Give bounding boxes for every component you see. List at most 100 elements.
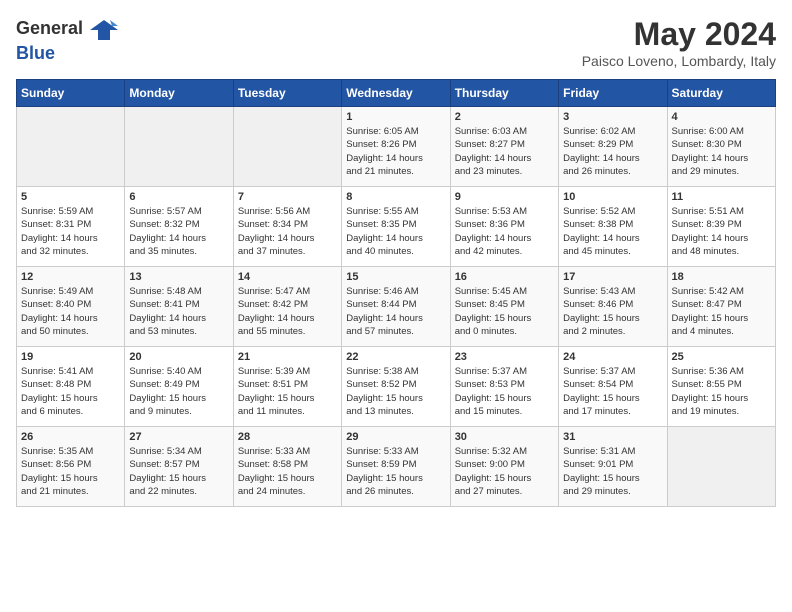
day-info: Sunrise: 5:34 AMSunset: 8:57 PMDaylight:… — [129, 445, 228, 498]
calendar-cell: 29 Sunrise: 5:33 AMSunset: 8:59 PMDayligh… — [342, 427, 450, 507]
logo-bird-icon — [90, 16, 118, 44]
day-number: 29 — [346, 431, 445, 443]
calendar-week-4: 19Sunrise: 5:41 AMSunset: 8:48 PMDayligh… — [17, 347, 776, 427]
day-info: Sunrise: 5:31 AMSunset: 9:01 PMDaylight:… — [563, 445, 662, 498]
day-number: 12 — [21, 271, 120, 283]
day-number: 23 — [455, 351, 554, 363]
day-info: Sunrise: 5:37 AMSunset: 8:53 PMDaylight:… — [455, 365, 554, 418]
day-info: Sunrise: 5:59 AMSunset: 8:31 PMDaylight:… — [21, 205, 120, 258]
calendar-cell: 12 Sunrise: 5:49 AMSunset: 8:40 PMDayligh… — [17, 267, 125, 347]
day-info: Sunrise: 6:03 AMSunset: 8:27 PMDaylight:… — [455, 125, 554, 178]
day-info: Sunrise: 5:32 AMSunset: 9:00 PMDaylight:… — [455, 445, 554, 498]
calendar-cell: 20Sunrise: 5:40 AMSunset: 8:49 PMDayligh… — [125, 347, 233, 427]
day-info: Sunrise: 6:00 AMSunset: 8:30 PMDaylight:… — [672, 125, 771, 178]
calendar-cell: 22 Sunrise: 5:38 AMSunset: 8:52 PMDayligh… — [342, 347, 450, 427]
day-info: Sunrise: 5:43 AMSunset: 8:46 PMDaylight:… — [563, 285, 662, 338]
calendar-cell: 7Sunrise: 5:56 AMSunset: 8:34 PMDaylight… — [233, 187, 341, 267]
calendar-cell: 28 Sunrise: 5:33 AMSunset: 8:58 PMDayligh… — [233, 427, 341, 507]
day-number: 24 — [563, 351, 662, 363]
logo-blue: Blue — [16, 44, 118, 64]
day-number: 3 — [563, 111, 662, 123]
day-number: 6 — [129, 191, 228, 203]
calendar-cell: 26 Sunrise: 5:35 AMSunset: 8:56 PMDayligh… — [17, 427, 125, 507]
day-info: Sunrise: 5:45 AMSunset: 8:45 PMDaylight:… — [455, 285, 554, 338]
day-info: Sunrise: 5:49 AMSunset: 8:40 PMDaylight:… — [21, 285, 120, 338]
calendar-cell: 13 Sunrise: 5:48 AMSunset: 8:41 PMDayligh… — [125, 267, 233, 347]
day-info: Sunrise: 5:40 AMSunset: 8:49 PMDaylight:… — [129, 365, 228, 418]
calendar-week-2: 5 Sunrise: 5:59 AMSunset: 8:31 PMDaylight… — [17, 187, 776, 267]
day-info: Sunrise: 5:37 AMSunset: 8:54 PMDaylight:… — [563, 365, 662, 418]
day-number: 16 — [455, 271, 554, 283]
calendar-cell: 18Sunrise: 5:42 AMSunset: 8:47 PMDayligh… — [667, 267, 775, 347]
calendar-cell — [17, 107, 125, 187]
day-number: 5 — [21, 191, 120, 203]
calendar-cell: 9 Sunrise: 5:53 AMSunset: 8:36 PMDaylight… — [450, 187, 558, 267]
day-info: Sunrise: 5:53 AMSunset: 8:36 PMDaylight:… — [455, 205, 554, 258]
day-info: Sunrise: 5:42 AMSunset: 8:47 PMDaylight:… — [672, 285, 771, 338]
calendar-cell: 3 Sunrise: 6:02 AMSunset: 8:29 PMDaylight… — [559, 107, 667, 187]
day-number: 22 — [346, 351, 445, 363]
day-info: Sunrise: 5:56 AMSunset: 8:34 PMDaylight:… — [238, 205, 337, 258]
calendar-cell: 31 Sunrise: 5:31 AMSunset: 9:01 PMDayligh… — [559, 427, 667, 507]
day-number: 28 — [238, 431, 337, 443]
calendar-title: May 2024 — [582, 16, 776, 53]
day-number: 17 — [563, 271, 662, 283]
day-number: 9 — [455, 191, 554, 203]
weekday-header-thursday: Thursday — [450, 80, 558, 107]
day-number: 21 — [238, 351, 337, 363]
day-number: 8 — [346, 191, 445, 203]
day-number: 30 — [455, 431, 554, 443]
weekday-header-monday: Monday — [125, 80, 233, 107]
calendar-cell: 10Sunrise: 5:52 AMSunset: 8:38 PMDayligh… — [559, 187, 667, 267]
day-number: 27 — [129, 431, 228, 443]
day-number: 15 — [346, 271, 445, 283]
calendar-cell: 27 Sunrise: 5:34 AMSunset: 8:57 PMDayligh… — [125, 427, 233, 507]
calendar-cell: 8 Sunrise: 5:55 AMSunset: 8:35 PMDaylight… — [342, 187, 450, 267]
day-number: 11 — [672, 191, 771, 203]
calendar-cell: 21 Sunrise: 5:39 AMSunset: 8:51 PMDayligh… — [233, 347, 341, 427]
day-info: Sunrise: 6:05 AMSunset: 8:26 PMDaylight:… — [346, 125, 445, 178]
day-info: Sunrise: 5:39 AMSunset: 8:51 PMDaylight:… — [238, 365, 337, 418]
day-info: Sunrise: 5:38 AMSunset: 8:52 PMDaylight:… — [346, 365, 445, 418]
day-number: 4 — [672, 111, 771, 123]
weekday-header-tuesday: Tuesday — [233, 80, 341, 107]
day-info: Sunrise: 5:33 AMSunset: 8:59 PMDaylight:… — [346, 445, 445, 498]
calendar-location: Paisco Loveno, Lombardy, Italy — [582, 53, 776, 69]
weekday-header-friday: Friday — [559, 80, 667, 107]
day-info: Sunrise: 5:36 AMSunset: 8:55 PMDaylight:… — [672, 365, 771, 418]
calendar-cell: 23 Sunrise: 5:37 AMSunset: 8:53 PMDayligh… — [450, 347, 558, 427]
day-number: 26 — [21, 431, 120, 443]
day-info: Sunrise: 6:02 AMSunset: 8:29 PMDaylight:… — [563, 125, 662, 178]
day-number: 2 — [455, 111, 554, 123]
calendar-cell — [125, 107, 233, 187]
day-number: 31 — [563, 431, 662, 443]
calendar-cell: 25 Sunrise: 5:36 AMSunset: 8:55 PMDayligh… — [667, 347, 775, 427]
day-number: 14 — [238, 271, 337, 283]
logo-text: General Blue — [16, 16, 118, 64]
weekday-header-wednesday: Wednesday — [342, 80, 450, 107]
calendar-cell: 30 Sunrise: 5:32 AMSunset: 9:00 PMDayligh… — [450, 427, 558, 507]
calendar-cell — [667, 427, 775, 507]
day-info: Sunrise: 5:48 AMSunset: 8:41 PMDaylight:… — [129, 285, 228, 338]
calendar-week-3: 12 Sunrise: 5:49 AMSunset: 8:40 PMDayligh… — [17, 267, 776, 347]
day-info: Sunrise: 5:55 AMSunset: 8:35 PMDaylight:… — [346, 205, 445, 258]
calendar-cell: 5 Sunrise: 5:59 AMSunset: 8:31 PMDaylight… — [17, 187, 125, 267]
calendar-cell: 1Sunrise: 6:05 AMSunset: 8:26 PMDaylight… — [342, 107, 450, 187]
title-block: May 2024 Paisco Loveno, Lombardy, Italy — [582, 16, 776, 69]
calendar-cell — [233, 107, 341, 187]
day-number: 13 — [129, 271, 228, 283]
calendar-cell: 14 Sunrise: 5:47 AMSunset: 8:42 PMDayligh… — [233, 267, 341, 347]
weekday-header-sunday: Sunday — [17, 80, 125, 107]
day-info: Sunrise: 5:52 AMSunset: 8:38 PMDaylight:… — [563, 205, 662, 258]
calendar-cell: 17 Sunrise: 5:43 AMSunset: 8:46 PMDayligh… — [559, 267, 667, 347]
calendar-cell: 11Sunrise: 5:51 AMSunset: 8:39 PMDayligh… — [667, 187, 775, 267]
day-number: 19 — [21, 351, 120, 363]
day-info: Sunrise: 5:47 AMSunset: 8:42 PMDaylight:… — [238, 285, 337, 338]
day-info: Sunrise: 5:35 AMSunset: 8:56 PMDaylight:… — [21, 445, 120, 498]
day-number: 25 — [672, 351, 771, 363]
weekday-header-saturday: Saturday — [667, 80, 775, 107]
day-info: Sunrise: 5:33 AMSunset: 8:58 PMDaylight:… — [238, 445, 337, 498]
calendar-cell: 15 Sunrise: 5:46 AMSunset: 8:44 PMDayligh… — [342, 267, 450, 347]
calendar-cell: 4 Sunrise: 6:00 AMSunset: 8:30 PMDaylight… — [667, 107, 775, 187]
day-info: Sunrise: 5:46 AMSunset: 8:44 PMDaylight:… — [346, 285, 445, 338]
